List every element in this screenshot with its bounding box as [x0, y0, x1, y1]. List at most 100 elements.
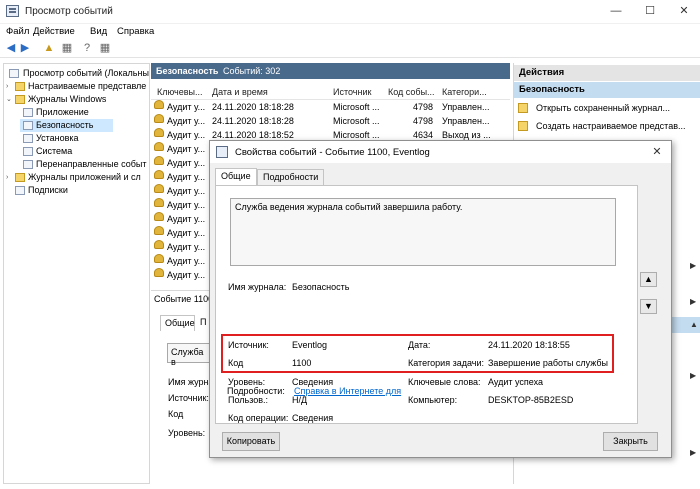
tab-details[interactable]: Подробности	[257, 169, 325, 185]
tree-root[interactable]: Просмотр событий (Локальны	[6, 67, 149, 80]
action-pane-icon[interactable]: ▦	[98, 42, 112, 55]
submenu-arrow-icon[interactable]: ▶	[690, 448, 696, 457]
tree-item-system[interactable]: Система	[20, 145, 149, 158]
table-row[interactable]: Аудит у... 24.11.2020 18:18:28 Microsoft .…	[151, 114, 510, 128]
tree-app-services-logs[interactable]: › Журналы приложений и сл	[6, 171, 149, 184]
audit-key-icon	[154, 198, 164, 207]
expand-arrow-icon[interactable]: ›	[6, 171, 14, 184]
back-icon[interactable]: ◀	[4, 42, 18, 55]
console-tree: Просмотр событий (Локальны › Настраиваем…	[3, 63, 150, 484]
log-header: Безопасность Событий: 302	[151, 63, 510, 79]
preview-log-name-label: Имя журна	[168, 377, 214, 387]
dialog-close-button[interactable]: ✕	[649, 144, 665, 160]
tree-item-setup[interactable]: Установка	[20, 132, 149, 145]
actions-header: Действия	[514, 65, 700, 81]
menu-view[interactable]: Вид	[90, 26, 107, 37]
log-icon	[23, 108, 33, 117]
cell-date: 24.11.2020 18:18:28	[212, 102, 294, 112]
cell-keywords: Аудит у...	[167, 228, 206, 238]
source-label: Источник:	[228, 340, 269, 350]
online-help-link[interactable]: Справка в Интернете для	[294, 386, 401, 396]
col-date[interactable]: Дата и время	[212, 87, 268, 97]
audit-key-icon	[154, 170, 164, 179]
tree-item-security[interactable]: Безопасность	[20, 119, 113, 132]
log-name-label: Имя журнала:	[228, 282, 287, 292]
cell-keywords: Аудит у...	[167, 102, 206, 112]
dialog-title: Свойства событий - Событие 1100, Eventlo…	[235, 147, 430, 158]
computer-value: DESKTOP-85B2ESD	[488, 395, 574, 405]
keywords-value: Аудит успеха	[488, 377, 543, 387]
preview-tab-details[interactable]: П	[197, 315, 209, 331]
close-dialog-button[interactable]: Закрыть	[603, 432, 658, 451]
copy-button[interactable]: Копировать	[222, 432, 280, 451]
preview-description: Служба в	[167, 343, 212, 367]
event-properties-dialog: Свойства событий - Событие 1100, Eventlo…	[209, 140, 672, 458]
preview-source-label: Источник:	[168, 393, 209, 403]
menu-action[interactable]: Действие	[33, 26, 75, 37]
cell-source: Microsoft ...	[333, 102, 380, 112]
col-event-id[interactable]: Код собы...	[388, 87, 435, 97]
actions-section-security[interactable]: Безопасность	[514, 82, 700, 98]
audit-key-icon	[154, 212, 164, 221]
window-title: Просмотр событий	[25, 6, 113, 17]
previous-event-button[interactable]: ▲	[640, 272, 657, 287]
cell-keywords: Аудит у...	[167, 270, 206, 280]
collapse-section-icon[interactable]: ▲	[690, 320, 698, 329]
table-row[interactable]: Аудит у... 24.11.2020 18:18:28 Microsoft .…	[151, 100, 510, 114]
expand-arrow-icon[interactable]: ›	[6, 80, 14, 93]
submenu-arrow-icon[interactable]: ▶	[690, 261, 696, 270]
console-tree-icon[interactable]: ▦	[60, 42, 74, 55]
minimize-button[interactable]: —	[605, 3, 627, 20]
forward-icon[interactable]: ▶	[18, 42, 32, 55]
up-folder-icon[interactable]: ▲	[42, 42, 56, 55]
cell-event-id: 4798	[413, 116, 434, 126]
folder-icon	[15, 173, 25, 182]
filter-icon	[518, 121, 528, 131]
event-properties-icon	[216, 146, 228, 158]
cell-keywords: Аудит у...	[167, 256, 206, 266]
audit-key-icon	[154, 184, 164, 193]
collapse-arrow-icon[interactable]: ⌄	[6, 93, 14, 106]
menu-help[interactable]: Справка	[117, 26, 154, 37]
cell-event-id: 4798	[413, 102, 434, 112]
tree-custom-views[interactable]: › Настраиваемые представле	[6, 80, 149, 93]
col-source[interactable]: Источник	[333, 87, 371, 97]
maximize-button[interactable]: ☐	[639, 3, 661, 20]
col-task-category[interactable]: Категори...	[442, 87, 487, 97]
folder-icon	[15, 82, 25, 91]
tree-windows-logs[interactable]: ⌄ Журналы Windows	[6, 93, 149, 106]
folder-icon	[15, 95, 25, 104]
toolbar: ◀ ▶ ▲ ▦ ? ▦	[0, 40, 700, 58]
opcode-label: Код операции:	[228, 413, 289, 423]
more-info-label: Подробности:	[227, 386, 285, 396]
audit-key-icon	[154, 100, 164, 109]
audit-key-icon	[154, 226, 164, 235]
cell-keywords: Аудит у...	[167, 116, 206, 126]
event-code-value: 1100	[292, 358, 312, 368]
audit-key-icon	[154, 268, 164, 277]
event-description[interactable]: Служба ведения журнала событий завершила…	[230, 198, 616, 266]
menu-file[interactable]: Файл	[6, 26, 29, 37]
event-viewer-icon	[6, 5, 19, 17]
cell-keywords: Аудит у...	[167, 214, 206, 224]
close-button[interactable]: ✕	[673, 3, 695, 20]
preview-tab-general[interactable]: Общие	[160, 315, 195, 331]
cell-keywords: Аудит у...	[167, 172, 206, 182]
submenu-arrow-icon[interactable]: ▶	[690, 371, 696, 380]
cell-keywords: Аудит у...	[167, 186, 206, 196]
tab-general[interactable]: Общие	[215, 168, 257, 185]
log-icon	[23, 134, 33, 143]
tree-item-application[interactable]: Приложение	[20, 106, 149, 119]
event-code-label: Код	[228, 358, 244, 368]
submenu-arrow-icon[interactable]: ▶	[690, 297, 696, 306]
audit-key-icon	[154, 254, 164, 263]
tree-item-forwarded[interactable]: Перенаправленные событ	[20, 158, 149, 171]
tree-subscriptions[interactable]: Подписки	[6, 184, 149, 197]
log-icon	[23, 147, 33, 156]
col-keywords[interactable]: Ключевы...	[157, 87, 203, 97]
help-icon[interactable]: ?	[80, 42, 94, 55]
next-event-button[interactable]: ▼	[640, 299, 657, 314]
cell-task-category: Управлен...	[442, 102, 490, 112]
opcode-value: Сведения	[292, 413, 334, 423]
audit-key-icon	[154, 142, 164, 151]
